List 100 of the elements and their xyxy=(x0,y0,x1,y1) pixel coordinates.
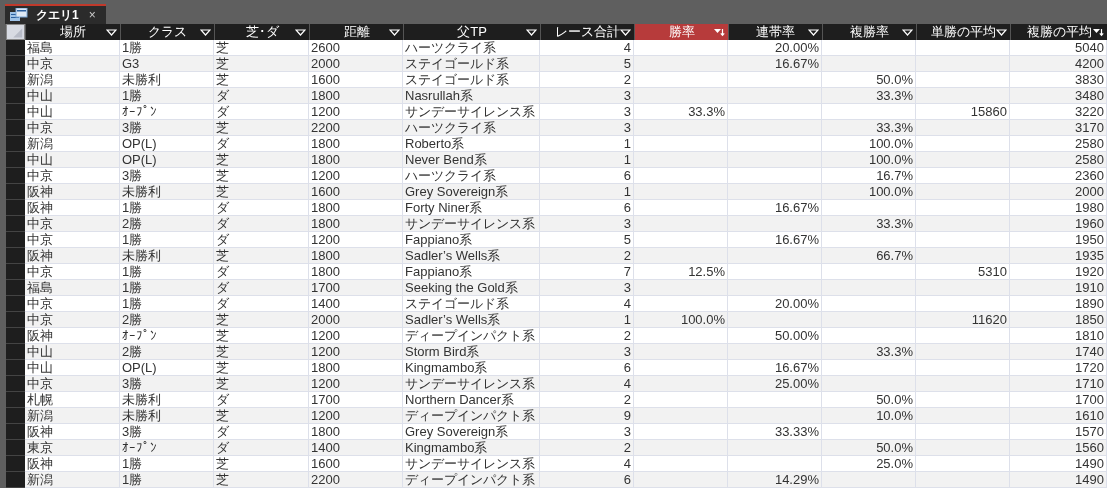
table-cell: 1560 xyxy=(1010,440,1107,456)
column-header[interactable]: 芝･ダ xyxy=(214,24,309,41)
table-cell: Sadler’s Wells系 xyxy=(403,312,540,328)
table-cell: 33.3% xyxy=(822,88,916,104)
row-selector[interactable] xyxy=(6,152,25,168)
table-cell: OP(L) xyxy=(120,152,214,168)
row-selector[interactable] xyxy=(6,424,25,440)
table-cell: 1400 xyxy=(309,440,403,456)
query-tab[interactable]: クエリ1 × xyxy=(5,4,106,24)
table-cell: Nasrullah系 xyxy=(403,88,540,104)
row-selector[interactable] xyxy=(6,56,25,72)
table-cell: G3 xyxy=(120,56,214,72)
dropdown-arrow-icon[interactable] xyxy=(295,28,306,37)
dropdown-arrow-icon[interactable] xyxy=(620,28,631,37)
table-cell: 新潟 xyxy=(25,408,120,424)
table-cell: 3 xyxy=(540,280,634,296)
table-cell: 2000 xyxy=(309,56,403,72)
dropdown-arrow-icon[interactable] xyxy=(389,28,400,37)
row-selector[interactable] xyxy=(6,104,25,120)
row-selector[interactable] xyxy=(6,72,25,88)
table-cell: 芝 xyxy=(214,248,309,264)
column-header[interactable]: 場所 xyxy=(25,24,120,41)
row-selector[interactable] xyxy=(6,312,25,328)
close-tab-icon[interactable]: × xyxy=(86,8,98,22)
table-cell: 1 xyxy=(540,312,634,328)
row-selector[interactable] xyxy=(6,184,25,200)
query-icon xyxy=(10,8,28,22)
row-selector[interactable] xyxy=(6,456,25,472)
table-cell: 芝 xyxy=(214,312,309,328)
table-cell: 10.0% xyxy=(822,408,916,424)
table-cell: 3480 xyxy=(1010,88,1107,104)
table-cell: 東京 xyxy=(25,440,120,456)
table-cell: 1610 xyxy=(1010,408,1107,424)
table-cell: 2勝 xyxy=(120,216,214,232)
table-cell: 1200 xyxy=(309,408,403,424)
table-cell: 芝 xyxy=(214,344,309,360)
column-header[interactable]: クラス xyxy=(120,24,214,41)
table-cell: ディープインパクト系 xyxy=(403,472,540,488)
column-header[interactable]: 複勝の平均 xyxy=(1010,24,1107,41)
row-selector[interactable] xyxy=(6,232,25,248)
dropdown-arrow-icon[interactable] xyxy=(902,28,913,37)
row-selector[interactable] xyxy=(6,296,25,312)
row-selector[interactable] xyxy=(6,120,25,136)
table-cell: 未勝利 xyxy=(120,248,214,264)
table-cell: ハーツクライ系 xyxy=(403,120,540,136)
select-all-corner[interactable] xyxy=(6,24,25,41)
table-cell: 阪神 xyxy=(25,184,120,200)
table-cell: ダ xyxy=(214,280,309,296)
row-selector[interactable] xyxy=(6,360,25,376)
table-cell: Kingmambo系 xyxy=(403,440,540,456)
table-cell: 100.0% xyxy=(822,184,916,200)
table-cell: 16.67% xyxy=(728,56,822,72)
row-selector[interactable] xyxy=(6,200,25,216)
table-cell: 中京 xyxy=(25,216,120,232)
row-selector[interactable] xyxy=(6,248,25,264)
dropdown-arrow-icon[interactable] xyxy=(808,28,819,37)
row-selector[interactable] xyxy=(6,344,25,360)
column-header[interactable]: 連帯率 xyxy=(728,24,822,41)
table-cell: 33.3% xyxy=(822,120,916,136)
row-selector[interactable] xyxy=(6,408,25,424)
table-cell: ダ xyxy=(214,88,309,104)
row-selector[interactable] xyxy=(6,216,25,232)
table-cell: 3勝 xyxy=(120,376,214,392)
table-cell: 芝 xyxy=(214,376,309,392)
table-cell: 1490 xyxy=(1010,472,1107,488)
row-selector[interactable] xyxy=(6,136,25,152)
table-cell: 中京 xyxy=(25,56,120,72)
column-header[interactable]: 距離 xyxy=(309,24,403,41)
row-selector[interactable] xyxy=(6,168,25,184)
column-header[interactable]: 複勝率 xyxy=(822,24,916,41)
column-header[interactable]: 単勝の平均 xyxy=(916,24,1010,41)
table-cell: 4200 xyxy=(1010,56,1107,72)
table-cell: 芝 xyxy=(214,184,309,200)
dropdown-arrow-icon[interactable] xyxy=(106,28,117,37)
table-cell: 1700 xyxy=(309,280,403,296)
row-selector[interactable] xyxy=(6,88,25,104)
dropdown-arrow-icon[interactable] xyxy=(200,28,211,37)
row-selector[interactable] xyxy=(6,376,25,392)
table-cell: ダ xyxy=(214,216,309,232)
table-cell: 3 xyxy=(540,120,634,136)
table-cell: 阪神 xyxy=(25,248,120,264)
table-cell: 9 xyxy=(540,408,634,424)
column-header[interactable]: 勝率 xyxy=(634,24,728,41)
column-header[interactable]: 父TP xyxy=(403,24,540,41)
table-cell: 1935 xyxy=(1010,248,1107,264)
sort-filter-icon[interactable] xyxy=(1093,28,1104,37)
row-selector[interactable] xyxy=(6,328,25,344)
row-selector[interactable] xyxy=(6,392,25,408)
dropdown-arrow-icon[interactable] xyxy=(996,28,1007,37)
table-cell: 2000 xyxy=(309,312,403,328)
table-cell: 2000 xyxy=(1010,184,1107,200)
row-selector[interactable] xyxy=(6,440,25,456)
row-selector[interactable] xyxy=(6,264,25,280)
dropdown-arrow-icon[interactable] xyxy=(526,28,537,37)
table-cell: ステイゴールド系 xyxy=(403,56,540,72)
table-cell: ｵｰﾌﾟﾝ xyxy=(120,440,214,456)
row-selector[interactable] xyxy=(6,472,25,488)
table-cell: 5 xyxy=(540,56,634,72)
table-cell: 6 xyxy=(540,472,634,488)
row-selector[interactable] xyxy=(6,280,25,296)
